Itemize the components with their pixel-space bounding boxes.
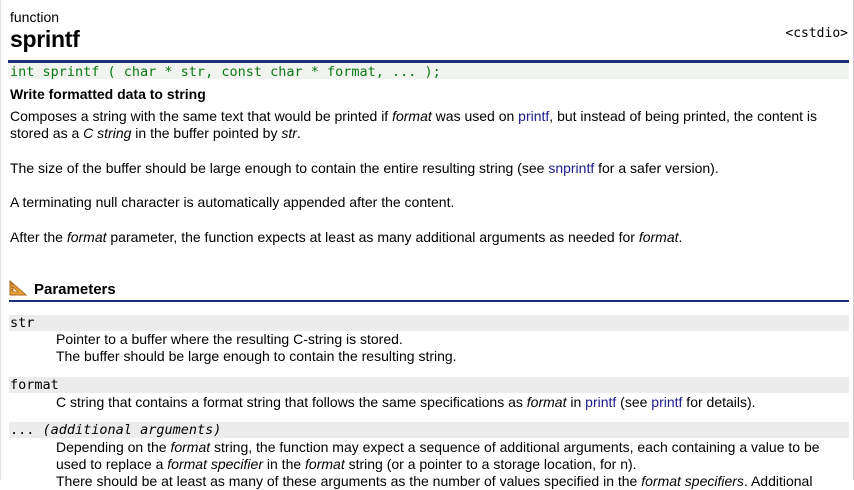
emphasis: format (305, 456, 345, 472)
emphasis: format (392, 108, 432, 124)
emphasis: str (281, 125, 297, 141)
text: . Additional (743, 473, 813, 489)
text: in (566, 394, 586, 410)
text: Pointer to a buffer where the resulting … (56, 331, 403, 347)
param-desc-additional-arguments: Depending on the format string, the func… (56, 439, 848, 490)
emphasis: format (66, 229, 107, 245)
printf-link[interactable]: printf (585, 394, 616, 410)
text: The buffer should be large enough to con… (56, 348, 457, 364)
text: for a safer version). (594, 160, 719, 176)
emphasis: format specifiers (641, 473, 744, 489)
emphasis: format (526, 394, 567, 410)
description-paragraph-3: A terminating null character is automati… (10, 194, 455, 210)
text: (see (616, 394, 652, 410)
param-desc-format: C string that contains a format string t… (56, 394, 848, 411)
emphasis: C string (83, 125, 132, 141)
description-paragraph-4: After the format parameter, the function… (10, 229, 840, 246)
text: Composes a string with the same text tha… (10, 108, 393, 124)
text: Depending on the (56, 439, 171, 455)
description-paragraph-1: Composes a string with the same text tha… (10, 108, 840, 142)
page-title: sprintf (10, 26, 80, 52)
text: . (678, 229, 683, 245)
text: string (or a pointer to a storage locati… (344, 456, 637, 472)
printf-link[interactable]: printf (518, 108, 549, 124)
text: parameter, the function expects at least… (106, 229, 639, 245)
description-paragraph-2: The size of the buffer should be large e… (10, 160, 840, 177)
text: After the (10, 229, 67, 245)
emphasis: format specifier (167, 456, 263, 472)
printf-link[interactable]: printf (651, 394, 682, 410)
text: . (296, 125, 301, 141)
param-name-format: format (9, 377, 849, 393)
text: in the buffer pointed by (131, 125, 282, 141)
function-prototype: int sprintf ( char * str, const char * f… (8, 60, 849, 80)
entity-kind: function (10, 9, 60, 25)
emphasis: format (170, 439, 211, 455)
function-summary: Write formatted data to string (10, 86, 206, 102)
emphasis: format (638, 229, 679, 245)
param-name-str: str (9, 315, 849, 331)
snprintf-link[interactable]: snprintf (548, 160, 594, 176)
text: was used on (431, 108, 519, 124)
text: The size of the buffer should be large e… (10, 160, 549, 176)
text: C string that contains a format string t… (56, 394, 527, 410)
text: There should be at least as many of thes… (56, 473, 642, 489)
text: in the (263, 456, 306, 472)
param-desc-str: Pointer to a buffer where the resulting … (56, 331, 848, 365)
text: ... (10, 422, 35, 438)
header-file-label: <cstdio> (785, 26, 848, 41)
parameters-section-header: Parameters (9, 280, 849, 302)
section-title: Parameters (34, 281, 116, 298)
emphasis: (additional arguments) (42, 422, 222, 438)
param-name-additional-arguments: ... (additional arguments) (9, 422, 849, 438)
text: for details). (682, 394, 756, 410)
set-square-icon (9, 280, 27, 296)
